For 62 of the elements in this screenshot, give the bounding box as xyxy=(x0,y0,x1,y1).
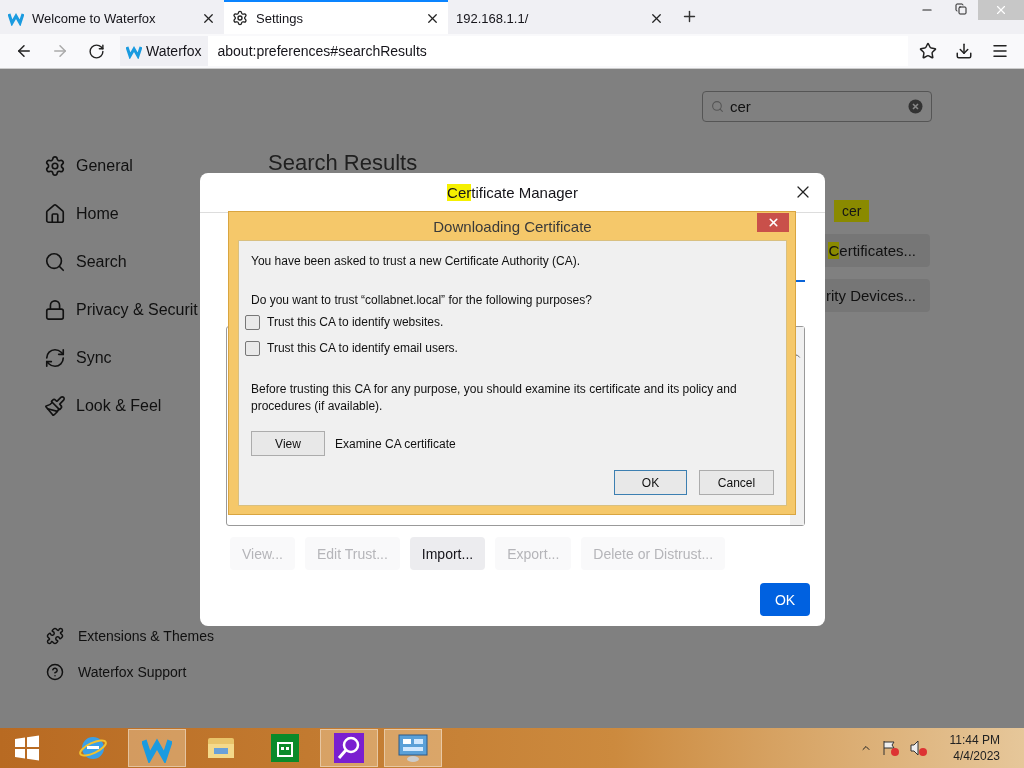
sidebar-link[interactable]: Waterfox Support xyxy=(44,654,187,690)
search-field[interactable]: cer xyxy=(702,91,932,122)
taskbar-app[interactable] xyxy=(320,729,378,767)
back-icon[interactable] xyxy=(15,42,33,60)
dialog-title: Downloading Certificate xyxy=(433,217,592,235)
sidebar-item[interactable]: Look & Feel xyxy=(44,382,200,430)
ok-button[interactable]: OK xyxy=(614,470,687,495)
search-icon xyxy=(711,100,724,113)
checkbox-option[interactable]: Trust this CA to identify websites. xyxy=(245,309,774,335)
help-icon xyxy=(46,663,64,681)
lock-icon xyxy=(44,299,66,321)
sidebar-item[interactable]: Sync xyxy=(44,334,200,382)
close-icon xyxy=(994,3,1008,17)
taskbar-app[interactable] xyxy=(384,729,442,767)
browser-tab[interactable]: Welcome to Waterfox xyxy=(0,0,224,34)
download-icon[interactable] xyxy=(955,42,973,60)
view-button[interactable]: View xyxy=(251,431,325,456)
url-text: about:preferences#searchResults xyxy=(216,43,428,59)
start-icon[interactable] xyxy=(14,735,40,761)
flag-icon[interactable] xyxy=(881,740,900,756)
clock-date: 4/4/2023 xyxy=(953,748,1000,764)
shopping-bag-icon xyxy=(271,734,299,762)
magnifier-icon xyxy=(334,733,364,763)
close-icon xyxy=(766,216,780,229)
restore-icon[interactable] xyxy=(955,3,967,15)
sidebar-item[interactable]: General xyxy=(44,142,200,190)
address-bar[interactable]: Waterfox about:preferences#searchResults xyxy=(120,36,908,66)
intro-text: You have been asked to trust a new Certificate Authority (CA). xyxy=(251,253,582,270)
page-heading: Search Results xyxy=(268,150,419,176)
sidebar-item[interactable]: Search xyxy=(44,238,200,286)
brush-icon xyxy=(44,395,66,417)
home-icon xyxy=(44,203,66,225)
dialog-button[interactable]: Import... xyxy=(409,537,486,570)
sync-icon xyxy=(44,347,66,369)
ok-button[interactable]: OK xyxy=(760,583,810,616)
puzzle-icon xyxy=(46,627,64,645)
clear-icon[interactable] xyxy=(908,99,923,114)
checkbox[interactable] xyxy=(245,340,260,356)
checkbox[interactable] xyxy=(245,314,260,330)
gear-icon xyxy=(44,155,66,177)
identity-label: Waterfox xyxy=(146,43,202,59)
search-icon xyxy=(44,251,66,273)
gear-icon xyxy=(232,10,248,26)
sidebar-link[interactable]: Extensions & Themes xyxy=(44,618,214,654)
search-tooltip: cer xyxy=(834,200,870,222)
sidebar-item[interactable]: Home xyxy=(44,190,200,238)
browser-tab[interactable]: 192.168.1.1/ xyxy=(448,0,672,34)
browser-tab[interactable]: Settings xyxy=(224,0,448,34)
checkbox-option[interactable]: Trust this CA to identify email users. xyxy=(245,335,774,361)
reload-icon[interactable] xyxy=(87,42,105,60)
speaker-icon[interactable] xyxy=(909,740,928,756)
menu-icon[interactable] xyxy=(991,42,1009,60)
question-text: Do you want to trust “collabnet.local” for the following purposes? xyxy=(251,292,593,309)
cancel-button[interactable]: Cancel xyxy=(699,470,774,495)
note-text: Before trusting this CA for any purpose, you should examine its certificate and its policy and procedures (if available). xyxy=(251,381,738,415)
identity-box[interactable]: Waterfox xyxy=(120,36,208,66)
sidebar-item[interactable]: Privacy & Securit xyxy=(44,286,200,334)
close-button[interactable] xyxy=(757,213,789,232)
star-icon[interactable] xyxy=(919,42,937,60)
view-caption: Examine CA certificate xyxy=(335,436,456,451)
clock-time: 11:44 PM xyxy=(949,732,1000,748)
control-panel-icon xyxy=(397,733,429,763)
